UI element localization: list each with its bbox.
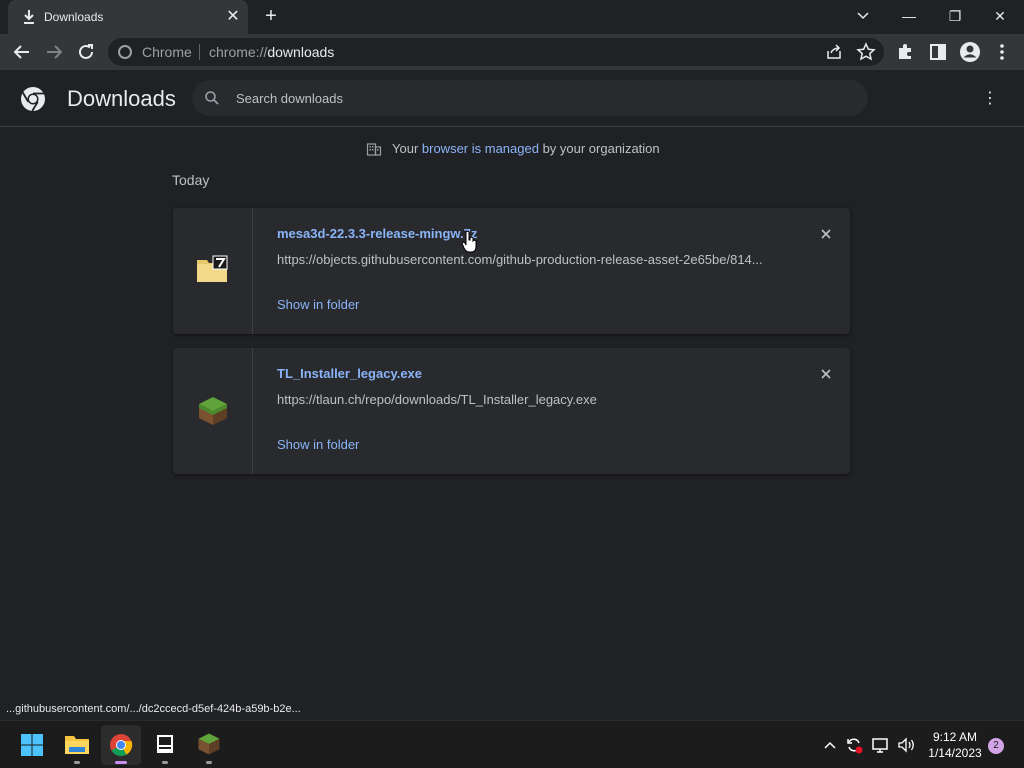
restore-button[interactable]: ❐ [935, 2, 975, 30]
taskbar-tlauncher[interactable] [189, 725, 229, 765]
chrome-menu-icon[interactable] [990, 40, 1014, 64]
grass-block-icon [198, 733, 220, 755]
site-chip: Chrome [142, 44, 192, 60]
bookmark-star-icon[interactable] [856, 42, 876, 62]
7z-archive-icon [197, 255, 228, 282]
search-input[interactable] [236, 80, 836, 116]
running-indicator [74, 761, 80, 764]
clock-date: 1/14/2023 [928, 746, 982, 760]
building-icon [366, 143, 382, 156]
managed-link[interactable]: browser is managed [422, 141, 539, 156]
running-indicator [206, 761, 212, 764]
folder-icon [65, 736, 89, 754]
search-box[interactable] [192, 80, 868, 116]
download-item: mesa3d-22.3.3-release-mingw.7z https://o… [173, 208, 850, 334]
chrome-site-icon[interactable] [118, 45, 132, 59]
clock[interactable]: 9:12 AM 1/14/2023 [920, 729, 990, 761]
omnibox-divider [199, 44, 200, 60]
remove-download-close-icon[interactable] [816, 224, 836, 244]
url-path: downloads [267, 44, 335, 60]
reload-icon[interactable] [74, 40, 98, 64]
url-text[interactable]: chrome://downloads [209, 44, 334, 60]
taskbar-file-explorer[interactable] [57, 725, 97, 765]
taskbar-chrome[interactable] [101, 725, 141, 765]
browser-toolbar: Chrome chrome://downloads [0, 34, 1024, 70]
managed-prefix: Your [392, 141, 422, 156]
show-in-folder-link[interactable]: Show in folder [277, 437, 359, 452]
minimize-button[interactable]: — [889, 2, 929, 30]
windows-logo-icon [21, 734, 43, 756]
show-hidden-icons-chevron-icon[interactable] [820, 735, 840, 755]
download-filename-link[interactable]: mesa3d-22.3.3-release-mingw.7z [277, 226, 477, 241]
clock-time: 9:12 AM [932, 730, 978, 744]
url-scheme: chrome:// [209, 44, 268, 60]
volume-icon[interactable] [896, 735, 916, 755]
back-arrow-icon[interactable] [10, 40, 34, 64]
download-source-url[interactable]: https://tlaun.ch/repo/downloads/TL_Insta… [277, 392, 777, 407]
download-icon-column [173, 348, 253, 474]
notification-badge[interactable]: 2 [988, 738, 1004, 754]
window-close-button[interactable]: ✕ [980, 2, 1020, 30]
chrome-color-logo-icon [110, 734, 133, 756]
running-indicator [162, 761, 168, 764]
extensions-puzzle-icon[interactable] [894, 40, 918, 64]
search-icon [205, 91, 219, 105]
grass-block-icon [199, 397, 227, 425]
app-window-icon [157, 735, 173, 753]
network-icon[interactable] [871, 735, 891, 755]
link-status-bubble: ...githubusercontent.com/.../dc2ccecd-d5… [0, 700, 307, 720]
chrome-logo-icon [21, 87, 45, 112]
profile-avatar-icon[interactable] [958, 40, 982, 64]
tab-close-button[interactable]: ✕ [224, 8, 242, 26]
address-bar[interactable]: Chrome chrome://downloads [108, 38, 884, 66]
tab-title: Downloads [44, 10, 104, 24]
downloads-header: Downloads ⋮ [0, 70, 1024, 127]
new-tab-button[interactable]: + [260, 5, 282, 27]
download-filename-link[interactable]: TL_Installer_legacy.exe [277, 366, 422, 381]
share-icon[interactable] [824, 42, 844, 62]
downloads-menu-button[interactable]: ⋮ [980, 88, 1000, 110]
tab-search-chevron-icon[interactable] [843, 2, 883, 30]
side-panel-icon[interactable] [926, 40, 950, 64]
windows-taskbar: 9:12 AM 1/14/2023 2 [0, 720, 1024, 768]
page-title: Downloads [67, 86, 176, 111]
tab-strip: Downloads ✕ + — ❐ ✕ [0, 0, 1024, 34]
managed-text: Your browser is managed by your organiza… [392, 141, 660, 156]
active-indicator [115, 761, 127, 764]
managed-suffix: by your organization [538, 141, 660, 156]
sync-icon[interactable] [844, 735, 864, 755]
date-section-label: Today [172, 172, 210, 188]
start-button[interactable] [12, 725, 52, 765]
remove-download-close-icon[interactable] [816, 364, 836, 384]
download-icon [24, 10, 34, 24]
show-in-folder-link[interactable]: Show in folder [277, 297, 359, 312]
download-icon-column [173, 208, 253, 334]
download-item: TL_Installer_legacy.exe https://tlaun.ch… [173, 348, 850, 474]
download-source-url[interactable]: https://objects.githubusercontent.com/gi… [277, 252, 777, 267]
forward-arrow-icon[interactable] [42, 40, 66, 64]
hand-cursor-icon [461, 230, 477, 253]
tab-downloads[interactable]: Downloads ✕ [8, 0, 248, 34]
taskbar-app-window[interactable] [145, 725, 185, 765]
